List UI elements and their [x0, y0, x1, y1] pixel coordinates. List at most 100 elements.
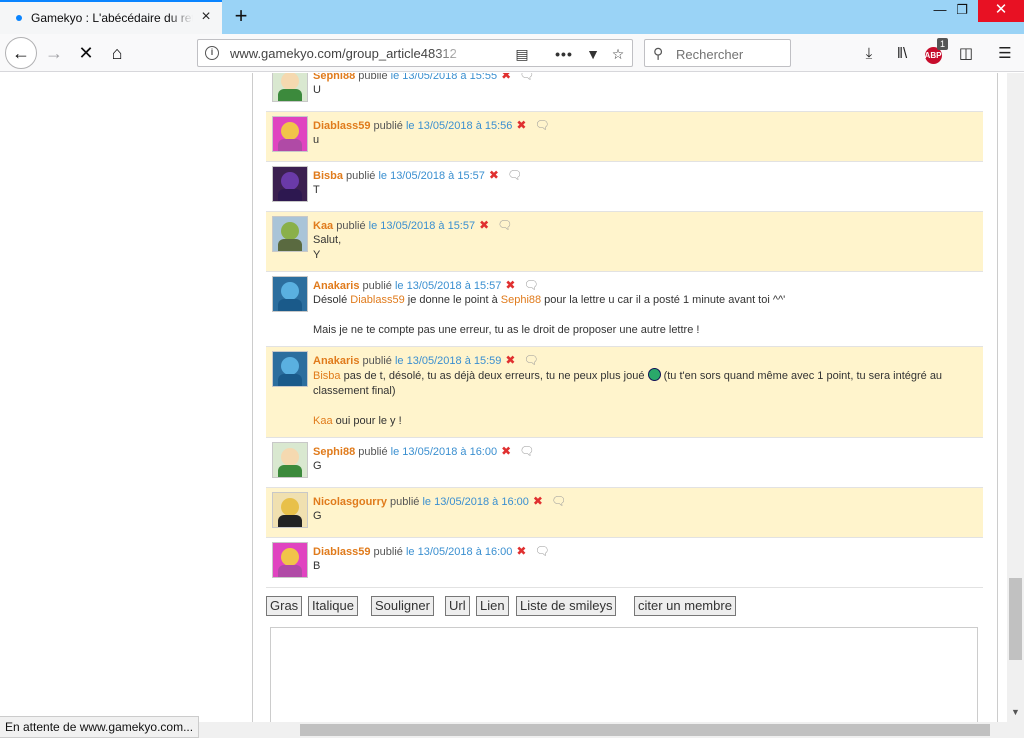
comment-date-link[interactable]: le 13/05/2018 à 15:57	[369, 220, 475, 232]
search-placeholder[interactable]: Rechercher	[676, 47, 743, 62]
comment-author[interactable]: Anakaris	[313, 280, 359, 292]
comment-meta: Anakaris publié le 13/05/2018 à 15:59 ✖ 🗨	[313, 353, 977, 368]
member-mention[interactable]: Sephi88	[501, 294, 541, 306]
comment-date-link[interactable]: le 13/05/2018 à 15:59	[395, 355, 501, 367]
delete-icon[interactable]: ✖	[516, 118, 526, 132]
new-tab-button[interactable]: +	[228, 3, 254, 29]
comment-author[interactable]: Kaa	[313, 220, 333, 232]
close-window-button[interactable]: ✕	[978, 0, 1024, 22]
comment-author[interactable]: Sephi88	[313, 446, 355, 458]
delete-icon[interactable]: ✖	[489, 168, 499, 182]
comment-author[interactable]: Bisba	[313, 170, 343, 182]
avatar[interactable]	[272, 116, 308, 152]
more-actions-icon[interactable]: •••	[554, 44, 574, 64]
stop-button[interactable]: ✕	[72, 39, 100, 67]
pocket-icon[interactable]: ▼	[583, 44, 603, 64]
restore-button[interactable]: ❐	[946, 0, 978, 22]
comment-date-link[interactable]: le 13/05/2018 à 15:57	[378, 170, 484, 182]
comment-date-link[interactable]: le 13/05/2018 à 16:00	[406, 546, 512, 558]
url-button[interactable]: Url	[445, 596, 470, 616]
library-icon[interactable]: ‖\	[891, 43, 913, 65]
avatar[interactable]	[272, 492, 308, 528]
comment-author[interactable]: Sephi88	[313, 73, 355, 82]
comment-author[interactable]: Anakaris	[313, 355, 359, 367]
comment-meta: Anakaris publié le 13/05/2018 à 15:57 ✖ 🗨	[313, 278, 977, 293]
forward-button[interactable]: →	[40, 39, 68, 67]
close-tab-icon[interactable]: ×	[198, 9, 214, 25]
underline-button[interactable]: Souligner	[371, 596, 434, 616]
menu-icon[interactable]: ☰	[994, 43, 1016, 65]
reply-bubble-icon[interactable]: 🗨	[551, 494, 566, 508]
url-text[interactable]: www.gamekyo.com/group_article48312	[230, 46, 470, 61]
comment-date-link[interactable]: le 13/05/2018 à 16:00	[391, 446, 497, 458]
search-bar[interactable]: ⚲ Rechercher	[644, 39, 791, 67]
back-button[interactable]: ←	[5, 37, 37, 69]
delete-icon[interactable]: ✖	[479, 218, 489, 232]
avatar[interactable]	[272, 216, 308, 252]
reply-bubble-icon[interactable]: 🗨	[519, 444, 534, 458]
comment-author[interactable]: Diablass59	[313, 546, 370, 558]
comment-date-link[interactable]: le 13/05/2018 à 15:56	[406, 120, 512, 132]
text-span: Désolé	[313, 294, 351, 306]
text-span: pour la lettre u car il a posté 1 minute…	[541, 294, 786, 306]
reply-bubble-icon[interactable]: 🗨	[523, 353, 538, 367]
comment-item: Anakaris publié le 13/05/2018 à 15:59 ✖ 🗨 B…	[266, 347, 983, 438]
avatar-face	[281, 498, 299, 516]
reader-view-icon[interactable]: ▤	[512, 44, 532, 64]
reply-bubble-icon[interactable]: 🗨	[534, 544, 549, 558]
download-icon[interactable]: ⤓	[858, 43, 880, 65]
comment-meta: Diablass59 publié le 13/05/2018 à 15:56 ✖…	[313, 118, 977, 133]
member-mention[interactable]: Diablass59	[350, 294, 404, 306]
browser-tab[interactable]: Gamekyo : L'abécédaire du retr ×	[0, 0, 222, 34]
avatar[interactable]	[272, 166, 308, 202]
vertical-scrollbar[interactable]: ▼	[1007, 73, 1024, 738]
delete-icon[interactable]: ✖	[501, 73, 511, 82]
address-bar[interactable]: i www.gamekyo.com/group_article48312 ▤ •…	[197, 39, 633, 67]
scroll-down-arrow[interactable]: ▼	[1007, 704, 1024, 721]
avatar[interactable]	[272, 276, 308, 312]
vertical-scroll-thumb[interactable]	[1009, 578, 1022, 660]
comment-item: Bisba publié le 13/05/2018 à 15:57 ✖ 🗨 T	[266, 162, 983, 212]
delete-icon[interactable]: ✖	[505, 353, 515, 367]
italic-button[interactable]: Italique	[308, 596, 358, 616]
avatar[interactable]	[272, 542, 308, 578]
editor-toolbar: Gras Italique Souligner Url Lien Liste d…	[266, 596, 986, 618]
comment-author[interactable]: Diablass59	[313, 120, 370, 132]
bold-button[interactable]: Gras	[266, 596, 303, 616]
comment-editor[interactable]	[270, 627, 978, 722]
delete-icon[interactable]: ✖	[501, 444, 511, 458]
comment-author[interactable]: Nicolasgourry	[313, 496, 387, 508]
comment-date-link[interactable]: le 13/05/2018 à 15:57	[395, 280, 501, 292]
bookmark-star-icon[interactable]: ☆	[608, 44, 628, 64]
comment-date-link[interactable]: le 13/05/2018 à 15:55	[391, 73, 497, 82]
avatar[interactable]	[272, 351, 308, 387]
avatar-face	[281, 172, 299, 190]
member-mention[interactable]: Bisba	[313, 370, 341, 382]
home-button[interactable]: ⌂	[103, 39, 131, 67]
reply-bubble-icon[interactable]: 🗨	[507, 168, 522, 182]
avatar[interactable]	[272, 442, 308, 478]
reply-bubble-icon[interactable]: 🗨	[519, 73, 534, 82]
avatar[interactable]	[272, 73, 308, 102]
horizontal-scroll-thumb[interactable]	[300, 724, 990, 736]
sidebar-toggle-icon[interactable]: ◫	[955, 43, 977, 65]
delete-icon[interactable]: ✖	[533, 494, 543, 508]
delete-icon[interactable]: ✖	[505, 278, 515, 292]
reply-bubble-icon[interactable]: 🗨	[534, 118, 549, 132]
avatar-body	[278, 189, 302, 201]
info-icon[interactable]: i	[205, 46, 219, 60]
link-button[interactable]: Lien	[476, 596, 509, 616]
comment-date-link[interactable]: le 13/05/2018 à 16:00	[422, 496, 528, 508]
reply-bubble-icon[interactable]: 🗨	[523, 278, 538, 292]
delete-icon[interactable]: ✖	[516, 544, 526, 558]
comment-line: Salut,	[313, 234, 342, 246]
quote-member-button[interactable]: citer un membre	[634, 596, 736, 616]
comment-text: B	[313, 559, 977, 574]
text-span: oui pour le y !	[332, 415, 402, 427]
smileys-button[interactable]: Liste de smileys	[516, 596, 617, 616]
member-mention[interactable]: Kaa	[313, 415, 333, 427]
reply-bubble-icon[interactable]: 🗨	[497, 218, 512, 232]
published-label: publié	[336, 220, 366, 232]
comment-meta: Nicolasgourry publié le 13/05/2018 à 16:…	[313, 494, 977, 509]
avatar-body	[278, 565, 302, 577]
